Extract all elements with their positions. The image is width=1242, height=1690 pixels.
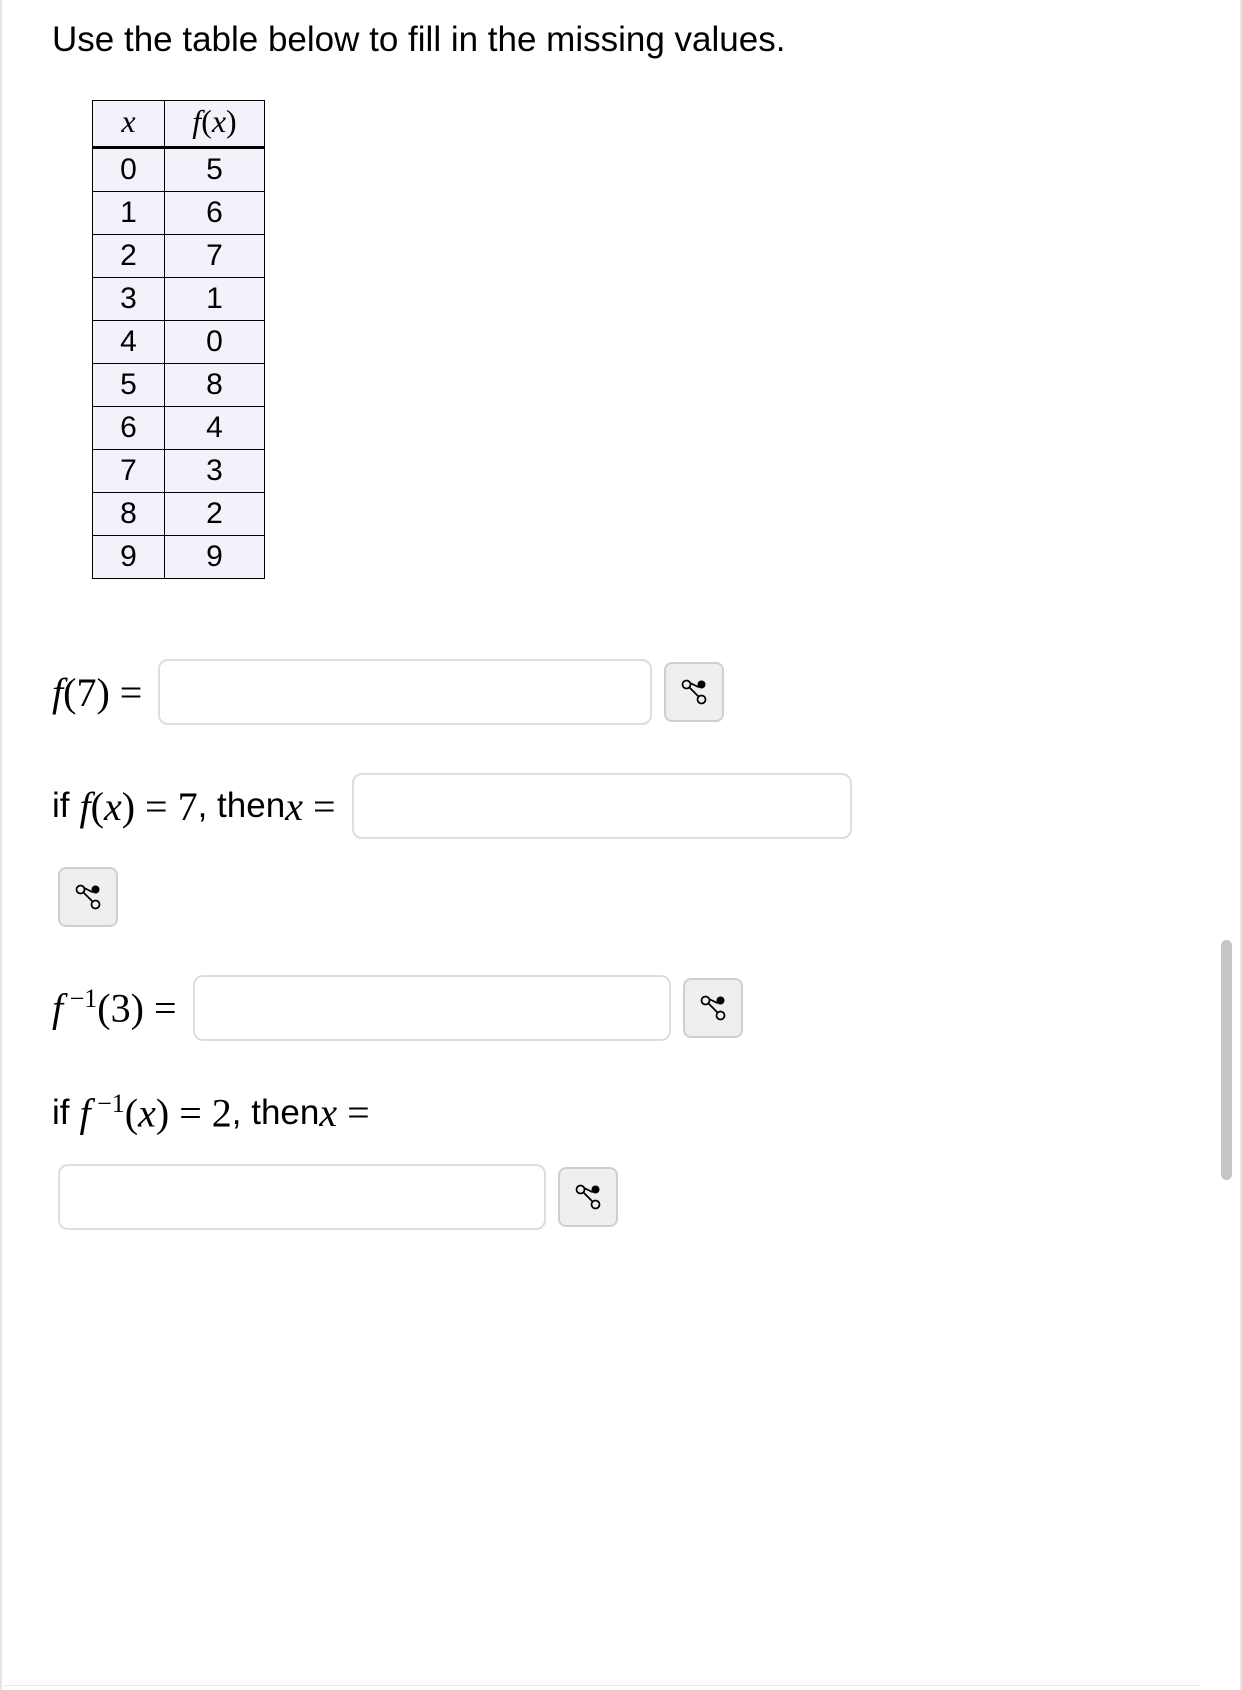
cell-fx: 2 [165, 493, 265, 536]
symbol-palette-icon [73, 882, 103, 912]
cell-x: 0 [93, 148, 165, 192]
cell-fx: 9 [165, 536, 265, 579]
cell-fx: 1 [165, 278, 265, 321]
cell-fx: 7 [165, 235, 265, 278]
symbol-palette-icon [573, 1182, 603, 1212]
q2-answer-input[interactable] [352, 773, 852, 839]
symbol-palette-icon [698, 993, 728, 1023]
question-1: f(7) = [52, 659, 1190, 725]
cell-x: 4 [93, 321, 165, 364]
symbol-palette-button[interactable] [664, 662, 724, 722]
table-row: 99 [93, 536, 265, 579]
question-card: Use the table below to fill in the missi… [0, 0, 1242, 1690]
symbol-palette-button[interactable] [683, 978, 743, 1038]
symbol-palette-button[interactable] [58, 867, 118, 927]
section-divider [4, 1685, 1200, 1686]
q2-mid: , then [198, 786, 286, 826]
question-2: if f(x) = 7 , then x = [52, 773, 1190, 927]
cell-x: 8 [93, 493, 165, 536]
function-table: x f(x) 05 16 27 31 40 58 64 73 82 99 [92, 100, 265, 579]
cell-x: 3 [93, 278, 165, 321]
symbol-palette-button[interactable] [558, 1167, 618, 1227]
question-4: if f −1(x) = 2 , then x = [52, 1089, 1190, 1230]
q1-label: f(7) = [52, 669, 152, 716]
table-header-fx: f(x) [165, 101, 265, 148]
table-row: 31 [93, 278, 265, 321]
table-row: 16 [93, 192, 265, 235]
question-3: f −1(3) = [52, 975, 1190, 1041]
table-row: 27 [93, 235, 265, 278]
q4-prefix: if [52, 1093, 70, 1133]
cell-x: 6 [93, 407, 165, 450]
cell-fx: 8 [165, 364, 265, 407]
q4-mid: , then [232, 1093, 320, 1133]
cell-x: 7 [93, 450, 165, 493]
cell-fx: 3 [165, 450, 265, 493]
cell-x: 9 [93, 536, 165, 579]
q4-answer-input[interactable] [58, 1164, 546, 1230]
q4-cond: f −1(x) = 2 [70, 1089, 232, 1136]
table-row: 73 [93, 450, 265, 493]
q2-prefix: if [52, 786, 70, 826]
cell-x: 2 [93, 235, 165, 278]
cell-fx: 4 [165, 407, 265, 450]
symbol-palette-icon [679, 677, 709, 707]
table-header-x: x [93, 101, 165, 148]
table-row: 40 [93, 321, 265, 364]
q3-label: f −1(3) = [52, 984, 187, 1031]
cell-fx: 0 [165, 321, 265, 364]
cell-fx: 5 [165, 148, 265, 192]
cell-x: 5 [93, 364, 165, 407]
table-row: 82 [93, 493, 265, 536]
table-row: 58 [93, 364, 265, 407]
vertical-scrollbar[interactable] [1221, 940, 1232, 1180]
q3-answer-input[interactable] [193, 975, 671, 1041]
cell-fx: 6 [165, 192, 265, 235]
q2-cond: f(x) = 7 [70, 783, 198, 830]
q1-answer-input[interactable] [158, 659, 652, 725]
prompt-text: Use the table below to fill in the missi… [52, 20, 1190, 60]
cell-x: 1 [93, 192, 165, 235]
q4-lhs: x = [319, 1089, 369, 1136]
q2-lhs: x = [285, 783, 345, 830]
table-row: 05 [93, 148, 265, 192]
table-row: 64 [93, 407, 265, 450]
